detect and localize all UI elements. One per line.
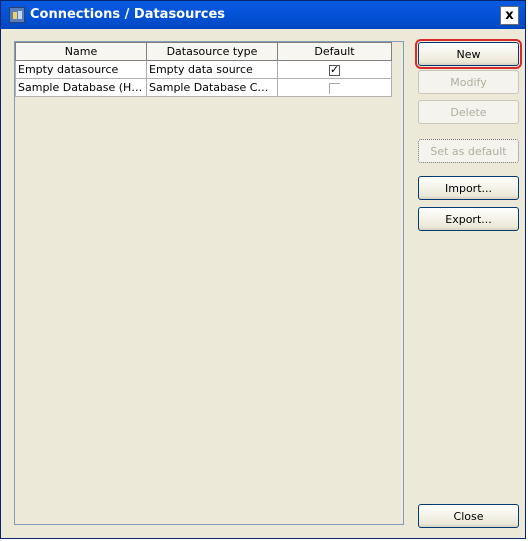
datasource-app-icon xyxy=(9,7,25,23)
datasource-table[interactable]: Name Datasource type Default Empty datas… xyxy=(14,41,404,525)
table-row[interactable]: Empty datasource Empty data source ✓ xyxy=(15,60,392,79)
close-button[interactable]: Close xyxy=(418,504,519,528)
set-as-default-button[interactable]: Set as default xyxy=(418,139,519,163)
modify-button[interactable]: Modify xyxy=(418,70,519,94)
connections-dialog: Connections / Datasources x Name Datasou… xyxy=(0,0,526,539)
column-header-default[interactable]: Default xyxy=(277,42,392,61)
checkmark-icon: ✓ xyxy=(330,62,340,76)
row-default-cell[interactable] xyxy=(277,78,392,97)
delete-button[interactable]: Delete xyxy=(418,100,519,124)
default-checkbox-unchecked[interactable] xyxy=(329,82,340,94)
row-type-cell[interactable]: Sample Database Con… xyxy=(146,78,278,97)
row-name-cell[interactable]: Empty datasource xyxy=(15,60,147,79)
export-button[interactable]: Export... xyxy=(418,207,519,231)
new-button[interactable]: New xyxy=(415,39,522,69)
column-header-name[interactable]: Name xyxy=(15,42,147,61)
table-header-row: Name Datasource type Default xyxy=(15,42,392,61)
close-window-icon[interactable]: x xyxy=(500,6,519,25)
row-name-cell[interactable]: Sample Database (HS… xyxy=(15,78,147,97)
default-checkbox-checked[interactable]: ✓ xyxy=(329,62,340,76)
table-row[interactable]: Sample Database (HS… Sample Database Con… xyxy=(15,78,392,97)
row-default-cell[interactable]: ✓ xyxy=(277,60,392,79)
import-button[interactable]: Import... xyxy=(418,176,519,200)
dialog-title: Connections / Datasources xyxy=(30,7,226,22)
row-type-cell[interactable]: Empty data source xyxy=(146,60,278,79)
column-header-datasource-type[interactable]: Datasource type xyxy=(146,42,278,61)
title-bar[interactable]: Connections / Datasources x xyxy=(1,1,525,29)
